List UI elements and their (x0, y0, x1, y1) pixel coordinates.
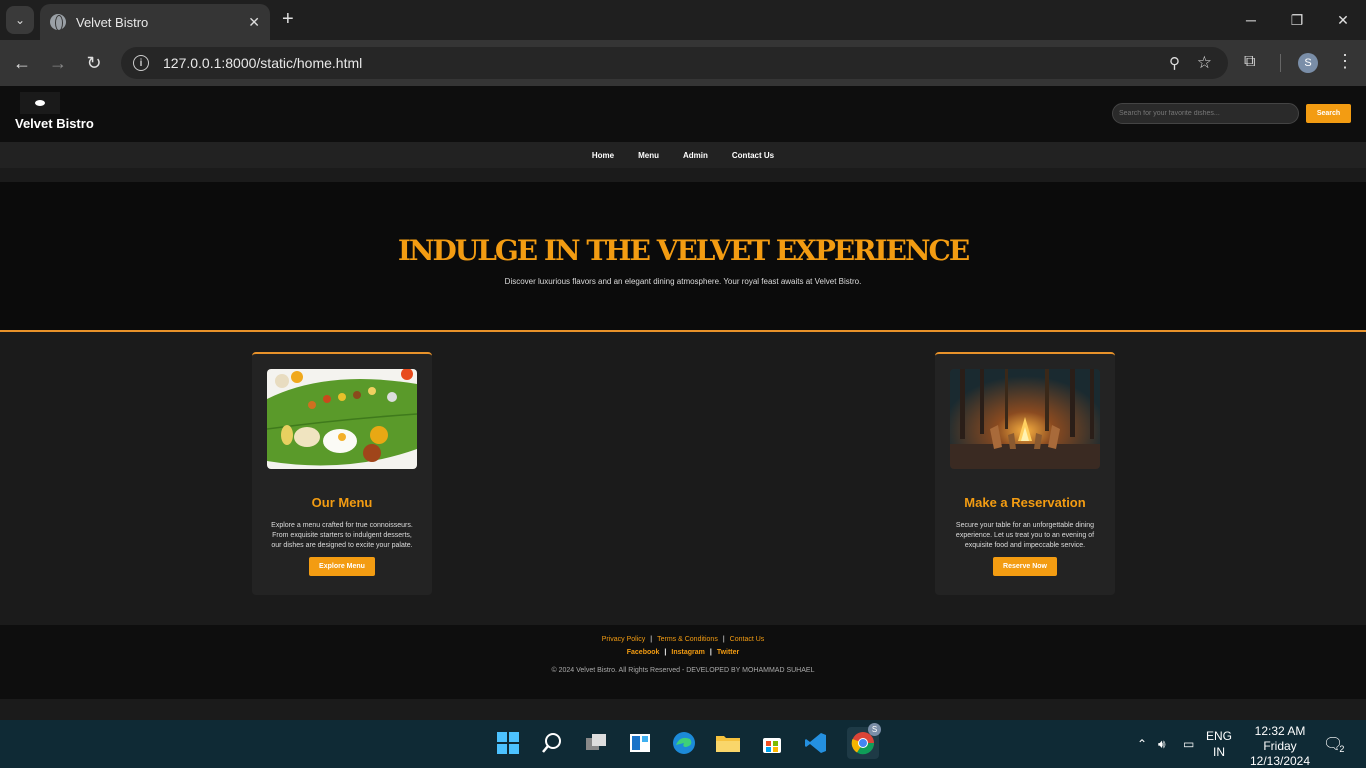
clock-date: 12/13/2024 (1249, 754, 1311, 768)
search-icon[interactable] (539, 730, 565, 756)
clock-day: Friday (1263, 739, 1297, 753)
zoom-icon[interactable]: ⚲ (1169, 54, 1180, 72)
privacy-policy-link[interactable]: Privacy Policy (602, 636, 646, 643)
start-windows-icon[interactable] (495, 730, 521, 756)
reservation-card: Make a Reservation Secure your table for… (935, 352, 1115, 595)
window-controls: ─ ❐ ✕ (1228, 0, 1366, 40)
file-explorer-icon[interactable] (715, 730, 741, 756)
brand-name: Velvet Bistro (15, 116, 94, 131)
search-input[interactable] (1112, 103, 1299, 124)
menu-food-image (267, 369, 417, 469)
twitter-link[interactable]: Twitter (717, 649, 739, 656)
hero-subtitle: Discover luxurious flavors and an elegan… (504, 277, 862, 286)
footer-separator: | (650, 636, 653, 643)
footer-links: Privacy Policy | Terms & Conditions | Contac… (602, 636, 765, 643)
tab-close-icon[interactable]: ✕ (248, 14, 260, 31)
footer-separator: | (722, 636, 725, 643)
task-view-icon[interactable] (583, 730, 609, 756)
search-button[interactable]: Search (1306, 104, 1351, 123)
bookmark-star-icon[interactable]: ☆ (1197, 53, 1212, 73)
tab-title: Velvet Bistro (76, 14, 149, 30)
edge-icon[interactable] (671, 730, 697, 756)
language-indicator[interactable]: ENG IN (1206, 728, 1232, 760)
extensions-icon[interactable]: ⧉ (1244, 53, 1255, 71)
tab-search-button[interactable]: ⌄ (6, 6, 34, 34)
site-info-icon[interactable]: i (133, 55, 149, 71)
footer-separator: | (709, 649, 712, 656)
widgets-icon[interactable] (627, 730, 653, 756)
vscode-icon[interactable] (803, 730, 829, 756)
campfire-image (950, 369, 1100, 469)
menu-card: Our Menu Explore a menu crafted for true… (252, 352, 432, 595)
notification-icon[interactable]: 🗨︎ 2 (1323, 720, 1344, 768)
lang-code: ENG (1206, 729, 1233, 743)
terms-link[interactable]: Terms & Conditions (657, 636, 718, 643)
facebook-link[interactable]: Facebook (627, 649, 660, 656)
nav-home[interactable]: Home (592, 151, 614, 160)
chrome-profile-badge: S (868, 723, 881, 736)
store-icon[interactable] (759, 730, 785, 756)
notification-count: 2 (1339, 744, 1345, 754)
battery-icon[interactable]: ▭ (1183, 720, 1194, 768)
nav-admin[interactable]: Admin (683, 151, 708, 160)
footer-separator: | (664, 649, 667, 656)
logo-icon (35, 100, 45, 106)
reload-button[interactable]: ↻ (82, 51, 106, 75)
nav-menu[interactable]: Menu (638, 151, 659, 160)
lang-region: IN (1213, 745, 1225, 759)
taskbar: S ⌃ 🔊︎ ▭ ENG IN 12:32 AM Friday 12/13/20… (0, 720, 1366, 768)
web-page: Velvet Bistro Search Home Menu Admin Con… (0, 86, 1366, 720)
main-nav: Home Menu Admin Contact Us (0, 142, 1366, 168)
minimize-button[interactable]: ─ (1228, 0, 1274, 40)
site-footer: Privacy Policy | Terms & Conditions | Contac… (0, 625, 1366, 699)
menu-card-text: Explore a menu crafted for true connoiss… (271, 522, 413, 549)
new-tab-button[interactable]: + (282, 8, 294, 31)
profile-avatar[interactable]: S (1298, 53, 1318, 73)
system-clock[interactable]: 12:32 AM Friday 12/13/2024 (1240, 724, 1320, 768)
browser-menu-icon[interactable]: ⋮ (1336, 51, 1354, 72)
instagram-link[interactable]: Instagram (671, 649, 704, 656)
close-window-button[interactable]: ✕ (1320, 0, 1366, 40)
logo[interactable] (20, 92, 60, 114)
globe-icon (50, 14, 66, 31)
footer-contact-link[interactable]: Contact Us (730, 636, 765, 643)
reservation-card-text: Secure your table for an unforgettable d… (955, 522, 1095, 549)
show-hidden-icons[interactable]: ⌃ (1137, 720, 1147, 768)
volume-icon[interactable]: 🔊︎ (1158, 720, 1166, 768)
address-bar[interactable]: i 127.0.0.1:8000/static/home.html ⚲ ☆ (121, 47, 1228, 79)
browser-tabbar: ⌄ Velvet Bistro ✕ + ─ ❐ ✕ (0, 0, 1366, 40)
copyright: © 2024 Velvet Bistro. All Rights Reserve… (551, 667, 815, 674)
nav-contact[interactable]: Contact Us (732, 151, 774, 160)
restore-button[interactable]: ❐ (1274, 0, 1320, 40)
menu-card-title: Our Menu (311, 495, 373, 510)
hero-section: INDULGE IN THE VELVET EXPERIENCE Discove… (0, 182, 1366, 332)
explore-menu-button[interactable]: Explore Menu (309, 557, 375, 576)
back-button[interactable]: ← (10, 51, 34, 75)
nav-spacer (0, 168, 1366, 182)
feature-cards: Our Menu Explore a menu crafted for true… (0, 332, 1366, 625)
browser-tab[interactable]: Velvet Bistro ✕ (40, 4, 270, 40)
hero-title: INDULGE IN THE VELVET EXPERIENCE (397, 234, 970, 267)
footer-social: Facebook | Instagram | Twitter (627, 649, 740, 656)
reservation-card-title: Make a Reservation (964, 495, 1086, 510)
site-header: Velvet Bistro Search (0, 86, 1366, 142)
forward-button[interactable]: → (46, 51, 70, 75)
browser-toolbar: ← → ↻ i 127.0.0.1:8000/static/home.html … (0, 40, 1366, 86)
reserve-now-button[interactable]: Reserve Now (993, 557, 1057, 576)
chrome-icon[interactable]: S (847, 723, 881, 759)
toolbar-divider (1280, 54, 1281, 72)
url-text: 127.0.0.1:8000/static/home.html (163, 55, 363, 71)
clock-time: 12:32 AM (1254, 724, 1306, 738)
